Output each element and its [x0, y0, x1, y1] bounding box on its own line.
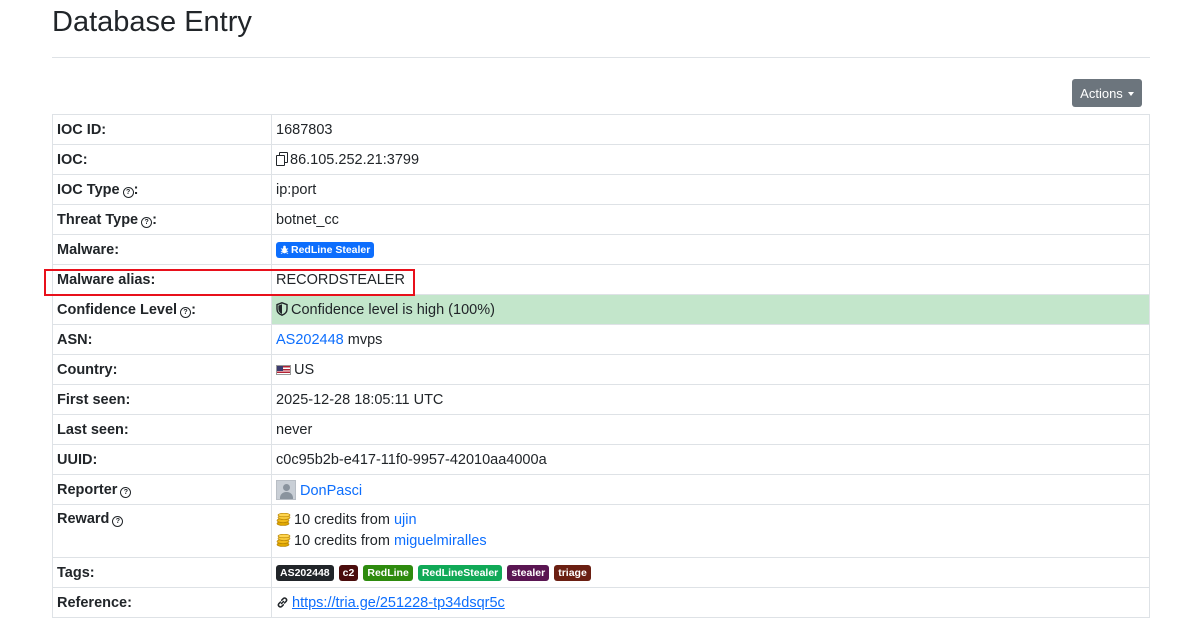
tag-badge[interactable]: triage: [554, 564, 591, 581]
row-ioc: IOC: 86.105.252.21:3799: [52, 144, 1150, 175]
help-icon[interactable]: ?: [180, 306, 192, 318]
ioc-value: 86.105.252.21:3799: [290, 151, 420, 168]
asn-cell: AS202448 mvps: [271, 324, 1150, 355]
reward-text: 10 credits from: [294, 533, 390, 549]
ioc-type-label: IOC Type: [57, 181, 120, 198]
confidence-label-cell: Confidence Level?:: [52, 294, 272, 325]
avatar: [276, 479, 296, 500]
threat-type-label-cell: Threat Type?:: [52, 204, 272, 235]
reporter-label-cell: Reporter?: [52, 474, 272, 505]
country-cell: US: [271, 354, 1150, 385]
ioc-id-value: 1687803: [271, 114, 1150, 145]
country-label: Country:: [52, 354, 272, 385]
row-reporter: Reporter? DonPasci: [52, 474, 1150, 505]
last-seen-label: Last seen:: [52, 414, 272, 445]
help-icon[interactable]: ?: [122, 186, 134, 198]
threat-type-suffix: :: [152, 211, 157, 228]
link-icon: [277, 596, 288, 608]
confidence-label: Confidence Level: [57, 301, 178, 318]
reporter-label: Reporter: [57, 481, 118, 498]
help-icon[interactable]: ?: [141, 216, 153, 228]
help-icon[interactable]: ?: [120, 486, 132, 498]
reward-user-link[interactable]: ujin: [394, 512, 417, 528]
row-reward: Reward? 10 credits from ujin 10 credits …: [52, 504, 1150, 558]
reporter-link[interactable]: DonPasci: [300, 483, 362, 499]
malware-alias-label: Malware alias:: [52, 264, 272, 295]
row-first-seen: First seen: 2025-12-28 18:05:11 UTC: [52, 384, 1150, 415]
bug-icon: [280, 245, 289, 254]
tag-badge[interactable]: c2: [338, 564, 359, 581]
confidence-suffix: :: [191, 301, 196, 318]
page-title: Database Entry: [52, 6, 252, 38]
tag-badge[interactable]: RedLine: [363, 564, 413, 581]
entry-table: IOC ID: 1687803 IOC: 86.105.252.21:3799 …: [52, 114, 1150, 618]
asn-name: mvps: [347, 331, 383, 348]
actions-label: Actions: [1080, 85, 1123, 101]
tags-cell: AS202448 c2 RedLine RedLineStealer steal…: [271, 557, 1150, 588]
malware-label: Malware:: [52, 234, 272, 265]
tag-badge[interactable]: RedLineStealer: [417, 564, 503, 581]
tag-badge[interactable]: stealer: [507, 564, 550, 581]
uuid-label: UUID:: [52, 444, 272, 475]
last-seen-value: never: [271, 414, 1150, 445]
ioc-type-suffix: :: [133, 181, 139, 198]
ioc-id-label: IOC ID:: [52, 114, 272, 145]
reward-item: 10 credits from miguelmiralles: [276, 531, 1145, 552]
confidence-cell: Confidence level is high (100%): [271, 294, 1150, 325]
reward-cell: 10 credits from ujin 10 credits from mig…: [271, 504, 1150, 558]
tag-badge[interactable]: AS202448: [276, 564, 334, 581]
row-ioc-type: IOC Type?: ip:port: [52, 174, 1150, 205]
us-flag-icon: [276, 364, 291, 375]
row-confidence: Confidence Level?: Confidence level is h…: [52, 294, 1150, 325]
reward-label: Reward: [57, 511, 110, 527]
threat-type-value: botnet_cc: [271, 204, 1150, 235]
title-divider: [52, 57, 1150, 58]
row-ioc-id: IOC ID: 1687803: [52, 114, 1150, 145]
malware-badge-text: RedLine Stealer: [291, 243, 371, 256]
row-threat-type: Threat Type?: botnet_cc: [52, 204, 1150, 235]
malware-alias-value: RECORDSTEALER: [271, 264, 1150, 295]
row-asn: ASN: AS202448 mvps: [52, 324, 1150, 355]
coins-icon: [276, 513, 291, 526]
shield-icon: [276, 301, 288, 316]
country-value: US: [294, 361, 315, 378]
reward-label-cell: Reward?: [52, 504, 272, 558]
row-reference: Reference: https://tria.ge/251228-tp34ds…: [52, 587, 1150, 618]
row-malware: Malware: RedLine Stealer: [52, 234, 1150, 265]
row-uuid: UUID: c0c95b2b-e417-11f0-9957-42010aa400…: [52, 444, 1150, 475]
row-last-seen: Last seen: never: [52, 414, 1150, 445]
reporter-cell: DonPasci: [271, 474, 1150, 505]
actions-dropdown-button[interactable]: Actions: [1072, 79, 1142, 107]
help-icon[interactable]: ?: [112, 516, 124, 527]
ioc-cell: 86.105.252.21:3799: [271, 144, 1150, 175]
ioc-label: IOC:: [52, 144, 272, 175]
row-malware-alias: Malware alias: RECORDSTEALER: [52, 264, 1150, 295]
row-tags: Tags: AS202448 c2 RedLine RedLineStealer…: [52, 557, 1150, 588]
uuid-value: c0c95b2b-e417-11f0-9957-42010aa4000a: [271, 444, 1150, 475]
reference-label: Reference:: [52, 587, 272, 618]
asn-link[interactable]: AS202448: [276, 332, 344, 348]
reward-text: 10 credits from: [294, 512, 390, 528]
row-country: Country: US: [52, 354, 1150, 385]
malware-cell: RedLine Stealer: [271, 234, 1150, 265]
reward-user-link[interactable]: miguelmiralles: [394, 533, 487, 549]
asn-label: ASN:: [52, 324, 272, 355]
ioc-type-label-cell: IOC Type?:: [52, 174, 272, 205]
copy-icon[interactable]: [276, 151, 288, 166]
coins-icon: [276, 534, 291, 547]
reference-cell: https://tria.ge/251228-tp34dsqr5c: [271, 587, 1150, 618]
first-seen-label: First seen:: [52, 384, 272, 415]
ioc-type-value: ip:port: [271, 174, 1150, 205]
tags-label: Tags:: [52, 557, 272, 588]
reward-item: 10 credits from ujin: [276, 510, 1145, 531]
confidence-value: Confidence level is high (100%): [291, 301, 495, 318]
first-seen-value: 2025-12-28 18:05:11 UTC: [271, 384, 1150, 415]
malware-badge[interactable]: RedLine Stealer: [276, 241, 375, 258]
threat-type-label: Threat Type: [57, 211, 139, 228]
caret-down-icon: [1127, 91, 1134, 96]
reference-link[interactable]: https://tria.ge/251228-tp34dsqr5c: [292, 595, 505, 611]
